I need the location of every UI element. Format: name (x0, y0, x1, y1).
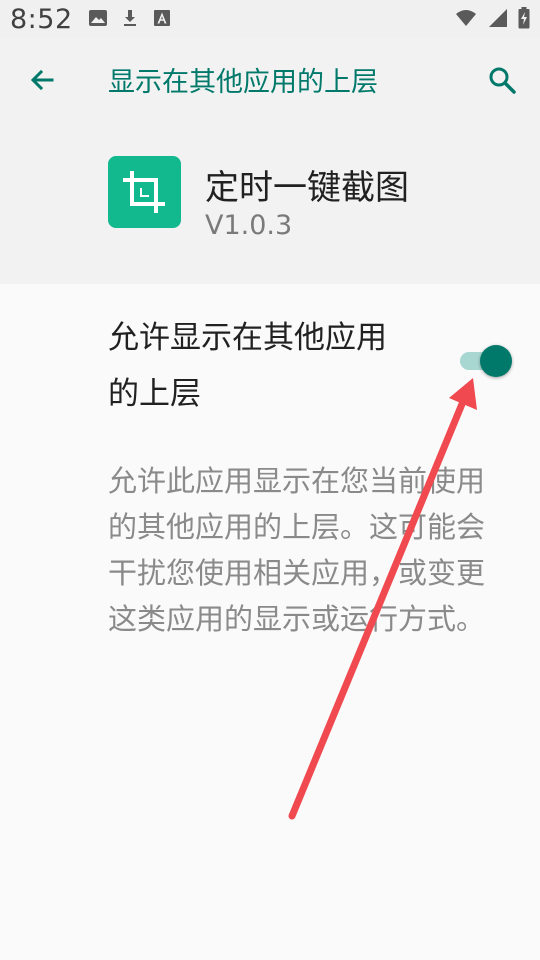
wifi-icon (456, 10, 476, 26)
back-arrow-icon[interactable] (26, 64, 58, 96)
app-name: 定时一键截图 (205, 168, 409, 208)
status-time: 8:52 (10, 4, 73, 35)
setting-description: 允许此应用显示在您当前使用的其他应用的上层。这可能会干扰您使用相关应用，或变更这… (108, 464, 486, 636)
signal-icon (489, 9, 507, 27)
setting-title: 允许显示在其他应用的上层 (108, 320, 387, 412)
status-bar: 8:52 (0, 0, 540, 38)
status-system-icons (454, 7, 530, 29)
app-info-header: 显示在其他应用的上层 定时一键截图 V1.0.3 (0, 38, 540, 284)
toggle-thumb (480, 345, 512, 377)
allow-overlay-setting[interactable]: 允许显示在其他应用的上层 (0, 284, 540, 434)
status-notification-icons (88, 8, 172, 28)
allow-overlay-toggle[interactable] (460, 344, 512, 378)
download-icon (124, 10, 136, 26)
page-title: 显示在其他应用的上层 (108, 67, 378, 98)
crop-icon (123, 171, 165, 213)
search-icon[interactable] (486, 64, 518, 96)
app-icon (108, 156, 181, 228)
image-icon (89, 10, 107, 26)
battery-icon (518, 7, 530, 29)
app-version: V1.0.3 (205, 210, 293, 241)
font-icon (154, 10, 170, 26)
